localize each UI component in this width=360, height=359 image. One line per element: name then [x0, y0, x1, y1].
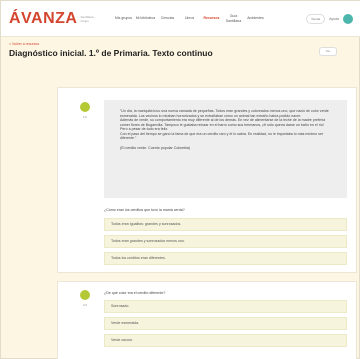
answer-option[interactable]: Todos eran igualitos: grandes y sonrosad…: [104, 218, 347, 231]
answer-option[interactable]: Todos eran grandes y sonrosados menos un…: [104, 235, 347, 248]
help-link[interactable]: Ayuda: [329, 17, 339, 21]
question-number: 1/2: [82, 115, 88, 119]
question-number: 2/2: [82, 303, 88, 307]
answer-option[interactable]: Sonrosado.: [104, 300, 347, 313]
back-link[interactable]: < Volver a recursos: [9, 42, 39, 46]
nav-item-recursos[interactable]: Recursos: [200, 16, 222, 21]
nav-item-libros[interactable]: Libros: [178, 16, 200, 21]
answer-option[interactable]: Verde esmeralda.: [104, 317, 347, 330]
tienda-button[interactable]: Tienda: [306, 13, 326, 24]
nav-item-ambientes[interactable]: Ambientes: [244, 16, 266, 21]
avatar[interactable]: [343, 13, 353, 24]
reading-passage: "Un día, la mariquita tuvo una nueva cam…: [104, 100, 347, 198]
nav-item-mis-grupos[interactable]: Mis grupos: [112, 16, 134, 21]
nav-item-ciencias[interactable]: Ciencias: [156, 16, 178, 21]
nav-item-guia[interactable]: Guía Santillana: [222, 14, 244, 23]
view-button[interactable]: Ver: [319, 47, 337, 56]
question-card-1: 1/2 "Un día, la mariquita tuvo una nueva…: [57, 87, 357, 273]
logo[interactable]: ÁVANZA: [9, 10, 77, 28]
question-text: ¿De qué color era el cerdito diferente?: [104, 291, 166, 295]
answer-option[interactable]: Verde oscuro.: [104, 334, 347, 347]
nav-right: Tienda Ayuda: [306, 13, 353, 24]
question-text: ¿Cómo eran los cerditos que tuvo la mamá…: [104, 208, 185, 212]
nav-item-mi-biblioteca[interactable]: Mi biblioteca: [134, 16, 156, 21]
passage-paragraph: "Un día, la mariquita tuvo una nueva cam…: [120, 109, 329, 118]
question-status-icon: [80, 102, 90, 112]
question-status-icon: [80, 290, 90, 300]
passage-paragraph: Además de verde, su comportamiento era m…: [120, 118, 326, 131]
logo-subtitle: Santillana · Grupo: [80, 14, 96, 23]
question-card-2: 2/2 ¿De qué color era el cerdito diferen…: [57, 281, 357, 359]
nav-items: Mis grupos Mi biblioteca Ciencias Libros…: [112, 14, 266, 23]
passage-source: (El cerdito verde. Cuento popular Colomb…: [120, 145, 191, 150]
answer-option[interactable]: Todos los cerditos eran diferentes.: [104, 252, 347, 265]
top-navigation: ÁVANZA Santillana · Grupo Mis grupos Mi …: [1, 1, 360, 37]
page-title: Diagnóstico inicial. 1.º de Primaria. Te…: [9, 48, 213, 58]
passage-paragraph: Con el paso del tiempo se ganó la fama d…: [120, 131, 324, 141]
app-window: ÁVANZA Santillana · Grupo Mis grupos Mi …: [0, 0, 360, 359]
